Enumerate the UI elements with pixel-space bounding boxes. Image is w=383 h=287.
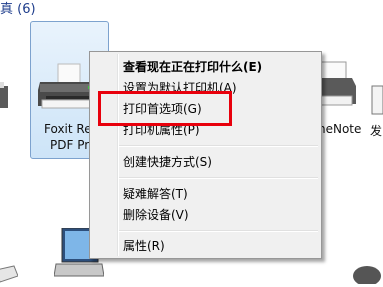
menu-item-see-whats-printing[interactable]: 查看现在正在打印什么(E): [123, 57, 262, 77]
keyboard-icon[interactable]: [0, 262, 19, 284]
menu-separator: [119, 177, 318, 179]
menu-item-troubleshoot[interactable]: 疑难解答(T): [123, 184, 188, 204]
menu-gutter: [117, 54, 119, 256]
menu-item-remove-device[interactable]: 删除设备(V): [123, 205, 189, 225]
mouse-icon[interactable]: [345, 252, 383, 286]
foxit-printer-name-line1: Foxit Re: [44, 122, 92, 136]
partial-device-right[interactable]: [368, 80, 383, 120]
menu-separator: [119, 145, 318, 147]
right-device-name: 发: [370, 124, 383, 138]
partial-device-left[interactable]: [0, 72, 10, 116]
context-menu: 查看现在正在打印什么(E) 设置为默认打印机(A) 打印首选项(G) 打印机属性…: [89, 51, 322, 259]
printer-icon: [0, 82, 8, 108]
highlight-annotation-box: [98, 91, 232, 126]
foxit-printer-name-line2: PDF Pr: [50, 138, 90, 152]
menu-item-properties[interactable]: 属性(R): [123, 236, 165, 256]
section-header: 真 (6): [0, 2, 36, 17]
menu-item-create-shortcut[interactable]: 创建快捷方式(S): [123, 152, 212, 172]
menu-separator: [119, 230, 318, 232]
device-icon: [371, 85, 383, 115]
onenote-printer-name-line1: neNote: [318, 122, 362, 136]
